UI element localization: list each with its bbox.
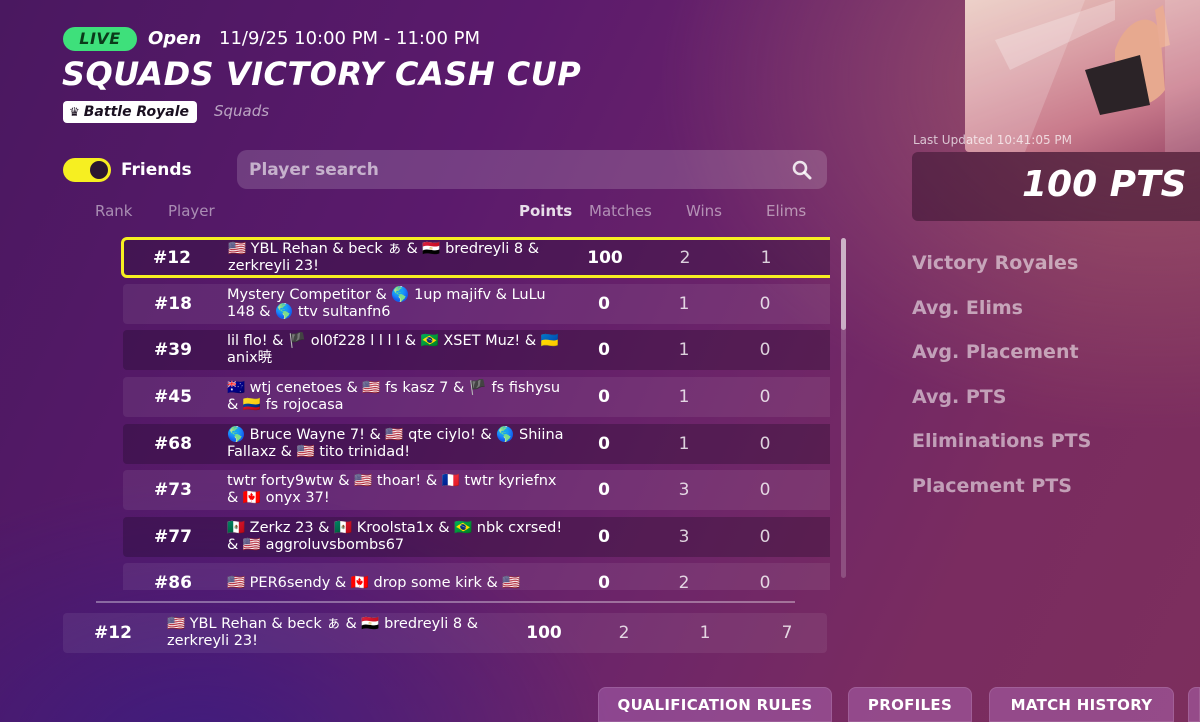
- stat-eliminations-pts: Eliminations PTS: [912, 430, 1092, 452]
- row-rank: #39: [154, 340, 192, 360]
- leaderboard-row-selected[interactable]: #12 🇺🇸 YBL Rehan & beck ぁ & 🇪🇬 bredreyli…: [121, 237, 830, 278]
- row-matches: 3: [678, 527, 690, 547]
- row-rank: #86: [154, 573, 192, 590]
- row-elims: 7: [781, 623, 793, 643]
- row-points: 100: [526, 623, 562, 643]
- leaderboard-row[interactable]: #73 twtr forty9wtw & 🇺🇸 thoar! & 🇫🇷 twtr…: [123, 470, 830, 510]
- stat-avg-pts: Avg. PTS: [912, 386, 1007, 408]
- row-rank: #45: [154, 387, 192, 407]
- row-wins: 1: [760, 247, 772, 268]
- search-icon[interactable]: [792, 160, 812, 180]
- row-points: 0: [598, 527, 610, 547]
- points-total: 100 PTS: [1022, 164, 1187, 205]
- team-size-label: Squads: [214, 102, 270, 120]
- stat-victory-royales: Victory Royales: [912, 252, 1079, 274]
- row-rank: #73: [154, 480, 192, 500]
- leaderboard-list[interactable]: #12 🇺🇸 YBL Rehan & beck ぁ & 🇪🇬 bredreyli…: [60, 236, 830, 590]
- leaderboard-row[interactable]: #39 lil flo! & 🏴 ol0f228 l l l l & 🇧🇷 XS…: [123, 330, 830, 370]
- page-title: SQUADS VICTORY CASH CUP: [62, 55, 582, 93]
- row-points: 100: [587, 247, 623, 268]
- crown-icon: ♛: [69, 105, 80, 119]
- row-players: twtr forty9wtw & 🇺🇸 thoar! & 🇫🇷 twtr kyr…: [227, 473, 557, 506]
- row-wins: 0: [759, 573, 771, 590]
- row-elims: 14: [811, 470, 830, 510]
- column-header-wins[interactable]: Wins: [686, 202, 722, 220]
- row-players: 🌎 Bruce Wayne 7! & 🇺🇸 qte ciylo! & 🌎 Shi…: [227, 427, 564, 460]
- row-wins: 0: [759, 340, 771, 360]
- stat-placement-pts: Placement PTS: [912, 475, 1072, 497]
- my-team-row[interactable]: #12 🇺🇸 YBL Rehan & beck ぁ & 🇪🇬 bredreyli…: [63, 613, 827, 653]
- row-points: 0: [598, 434, 610, 454]
- toggle-knob: [90, 161, 108, 179]
- friends-toggle[interactable]: [63, 158, 111, 182]
- row-wins: 0: [759, 480, 771, 500]
- stat-avg-placement: Avg. Placement: [912, 341, 1079, 363]
- row-elims: 12: [811, 284, 830, 324]
- scrollbar-thumb[interactable]: [841, 238, 846, 330]
- leaderboard-row[interactable]: #68 🌎 Bruce Wayne 7! & 🇺🇸 qte ciylo! & 🌎…: [123, 424, 830, 464]
- row-players: 🇲🇽 Zerkz 23 & 🇲🇽 Kroolsta1x & 🇧🇷 nbk cxr…: [227, 520, 563, 553]
- row-points: 0: [598, 573, 610, 590]
- row-matches: 2: [679, 247, 691, 268]
- row-players: lil flo! & 🏴 ol0f228 l l l l & 🇧🇷 XSET M…: [227, 333, 559, 366]
- live-badge: LIVE: [63, 27, 137, 51]
- row-points: 0: [598, 387, 610, 407]
- row-matches: 1: [678, 294, 690, 314]
- row-rank: #18: [154, 294, 192, 314]
- last-updated: Last Updated 10:41:05 PM: [913, 133, 1072, 147]
- column-header-points[interactable]: Points: [519, 202, 572, 220]
- match-history-button[interactable]: MATCH HISTORY: [989, 687, 1174, 722]
- row-elims: 5: [811, 424, 830, 464]
- row-wins: 0: [759, 387, 771, 407]
- event-hero-art: [965, 0, 1200, 152]
- column-header-player: Player: [168, 202, 215, 220]
- leaderboard-row[interactable]: #86 🇺🇸 PER6sendy & 🇨🇦 drop some kirk & 🇺…: [123, 563, 830, 590]
- row-wins: 1: [699, 623, 711, 643]
- column-header-elims[interactable]: Elims: [766, 202, 806, 220]
- row-matches: 3: [678, 480, 690, 500]
- row-points: 0: [598, 340, 610, 360]
- hero-illustration: [965, 0, 1200, 152]
- friends-label: Friends: [121, 160, 192, 180]
- row-wins: 0: [759, 294, 771, 314]
- leaderboard-row[interactable]: #77 🇲🇽 Zerkz 23 & 🇲🇽 Kroolsta1x & 🇧🇷 nbk…: [123, 517, 830, 557]
- row-points: 0: [598, 480, 610, 500]
- row-players: 🇺🇸 PER6sendy & 🇨🇦 drop some kirk & 🇺🇸: [227, 574, 521, 591]
- event-status: Open: [148, 28, 202, 49]
- leaderboard-row[interactable]: #18 Mystery Competitor & 🌎 1up majifv & …: [123, 284, 830, 324]
- row-players: 🇦🇺 wtj cenetoes & 🇺🇸 fs kasz 7 & 🏴 fs fi…: [227, 380, 561, 413]
- row-elims: 13: [811, 517, 830, 557]
- row-matches: 1: [678, 340, 690, 360]
- more-button[interactable]: [1188, 687, 1200, 722]
- row-matches: 2: [678, 573, 690, 590]
- row-rank: #68: [154, 434, 192, 454]
- row-points: 0: [598, 294, 610, 314]
- column-header-matches[interactable]: Matches: [589, 202, 652, 220]
- mode-badge: ♛ Battle Royale: [63, 101, 198, 123]
- row-rank: #12: [153, 247, 191, 268]
- column-header-rank: Rank: [95, 202, 133, 220]
- row-players: 🇺🇸 YBL Rehan & beck ぁ & 🇪🇬 bredreyli 8 &…: [167, 616, 479, 649]
- row-elims: 7: [811, 330, 830, 370]
- row-elims: 7: [812, 240, 830, 275]
- row-wins: 0: [759, 527, 771, 547]
- divider: [96, 601, 795, 603]
- row-elims: 8: [811, 563, 830, 590]
- stat-avg-elims: Avg. Elims: [912, 297, 1023, 319]
- mode-label: Battle Royale: [83, 104, 190, 120]
- row-matches: 1: [678, 434, 690, 454]
- row-rank: #12: [94, 623, 132, 643]
- row-players: Mystery Competitor & 🌎 1up majifv & LuLu…: [227, 287, 546, 320]
- row-rank: #77: [154, 527, 192, 547]
- player-search-input[interactable]: [237, 150, 827, 189]
- row-matches: 2: [618, 623, 630, 643]
- leaderboard-row[interactable]: #45 🇦🇺 wtj cenetoes & 🇺🇸 fs kasz 7 & 🏴 f…: [123, 377, 830, 417]
- event-datetime: 11/9/25 10:00 PM - 11:00 PM: [219, 28, 481, 49]
- profiles-button[interactable]: PROFILES: [848, 687, 972, 722]
- row-matches: 1: [678, 387, 690, 407]
- row-players: 🇺🇸 YBL Rehan & beck ぁ & 🇪🇬 bredreyli 8 &…: [228, 240, 540, 274]
- row-wins: 0: [759, 434, 771, 454]
- row-elims: 7: [811, 377, 830, 417]
- qualification-rules-button[interactable]: QUALIFICATION RULES: [598, 687, 832, 722]
